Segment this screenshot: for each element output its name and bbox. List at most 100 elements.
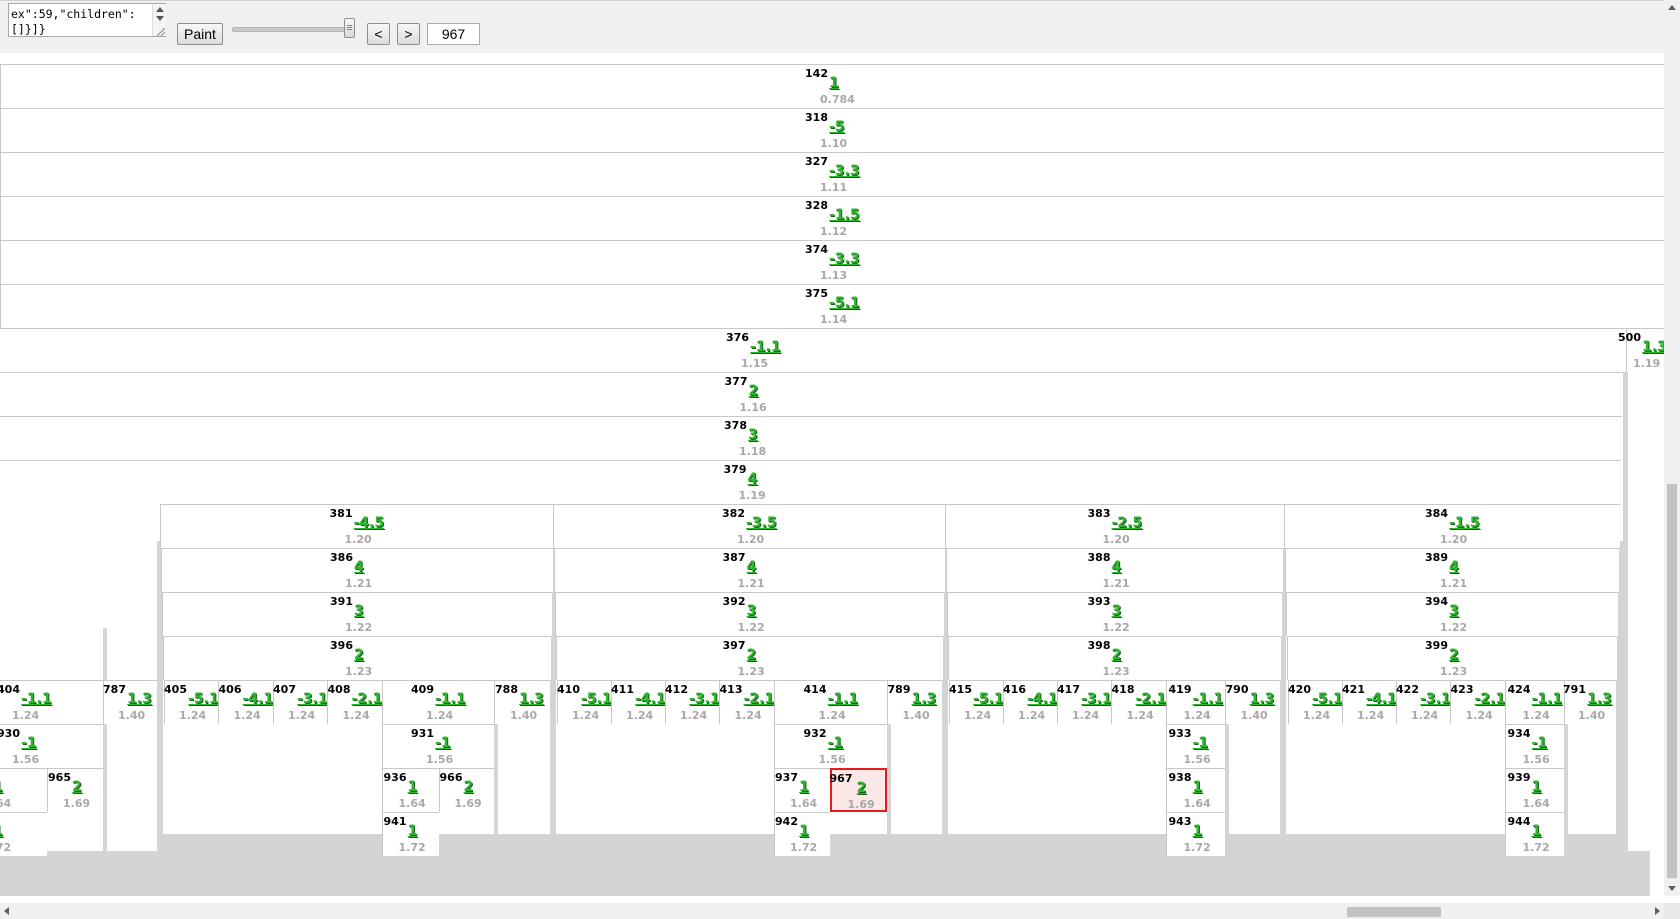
node-value-link[interactable]: 1	[799, 823, 809, 840]
node-value-link[interactable]: 4	[354, 559, 364, 576]
node-value-link[interactable]: -3.3	[829, 251, 860, 268]
node-value-link[interactable]: -1	[435, 735, 451, 752]
tree-node[interactable]: 939 1 1.64	[1505, 768, 1564, 812]
tree-node[interactable]: 406 -4.1 1.24	[218, 680, 273, 724]
tree-node[interactable]: 398 2 1.23	[948, 636, 1281, 680]
vertical-scrollbar[interactable]	[1664, 0, 1680, 896]
node-value-link[interactable]: 2	[72, 779, 82, 796]
resize-grip-icon[interactable]	[157, 28, 165, 36]
tree-node[interactable]: 379 4 1.19	[0, 460, 1621, 504]
node-value-link[interactable]: -1.5	[829, 207, 860, 224]
tree-node[interactable]: 416 -4.1 1.24	[1003, 680, 1058, 724]
tree-node[interactable]: 942 1 1.72	[774, 812, 830, 856]
tree-node[interactable]: 408 -2.1 1.24	[327, 680, 382, 724]
node-value-link[interactable]: -2.1	[744, 691, 775, 708]
node-value-link[interactable]: 1	[829, 75, 839, 92]
node-value-link[interactable]: 1	[408, 823, 418, 840]
json-input[interactable]: ex":59,"children": []}]}	[8, 3, 166, 37]
node-index-input[interactable]	[427, 23, 480, 45]
paint-button[interactable]: Paint	[177, 23, 223, 45]
tree-node[interactable]: 399 2 1.23	[1287, 636, 1617, 680]
tree-node[interactable]: 378 3 1.18	[0, 416, 1622, 460]
node-value-link[interactable]: 2	[747, 647, 757, 664]
node-value-link[interactable]: -3.1	[297, 691, 328, 708]
horizontal-scroll-thumb[interactable]	[1347, 907, 1441, 917]
tree-node[interactable]: 405 -5.1 1.24	[164, 680, 219, 724]
tree-node[interactable]: 394 3 1.22	[1286, 592, 1618, 636]
scroll-down-icon[interactable]	[156, 16, 164, 21]
tree-node[interactable]: 407 -3.1 1.24	[273, 680, 328, 724]
tree-node[interactable]: 415 -5.1 1.24	[949, 680, 1004, 724]
tree-node[interactable]: 386 4 1.21	[161, 548, 553, 592]
tree-node[interactable]: 374 -3.3 1.13	[0, 240, 1664, 284]
tree-node[interactable]: 318 -5 1.10	[0, 108, 1664, 152]
node-value-link[interactable]: -4.5	[354, 515, 385, 532]
node-value-link[interactable]: -5.1	[1312, 691, 1343, 708]
tree-node[interactable]: 417 -3.1 1.24	[1057, 680, 1112, 724]
tree-node[interactable]: 500 1.3 1.19	[1618, 328, 1664, 372]
node-value-link[interactable]: 1	[0, 779, 3, 796]
node-value-link[interactable]: 1.3	[1642, 339, 1664, 356]
node-value-link[interactable]: -1.5	[1449, 515, 1480, 532]
node-value-link[interactable]: -1	[828, 735, 844, 752]
node-value-link[interactable]: 1	[1193, 779, 1203, 796]
tree-node[interactable]: 391 3 1.22	[162, 592, 552, 636]
tree-node[interactable]: 387 4 1.21	[554, 548, 945, 592]
node-value-link[interactable]: 3	[747, 603, 757, 620]
tree-node[interactable]: 790 1.3 1.40	[1225, 680, 1280, 724]
node-value-link[interactable]: 1	[408, 779, 418, 796]
horizontal-scrollbar[interactable]	[0, 903, 1664, 919]
node-value-link[interactable]: -5.1	[829, 295, 860, 312]
tree-node[interactable]: 931 -1 1.56	[382, 724, 494, 768]
node-value-link[interactable]: 2	[1449, 647, 1459, 664]
node-value-link[interactable]: 4	[1449, 559, 1459, 576]
tree-node[interactable]: 933 -1 1.56	[1166, 724, 1225, 768]
tree-node[interactable]: 392 3 1.22	[555, 592, 944, 636]
tree-node[interactable]: 389 4 1.21	[1285, 548, 1619, 592]
tree-node[interactable]: 382 -3.5 1.20	[553, 504, 945, 548]
tree-node[interactable]: 381 -4.5 1.20	[160, 504, 553, 548]
node-value-link[interactable]: 1	[1532, 823, 1542, 840]
tree-node[interactable]: 393 3 1.22	[947, 592, 1282, 636]
node-value-link[interactable]: -4.1	[1366, 691, 1397, 708]
tree-node[interactable]: 396 2 1.23	[163, 636, 551, 680]
node-value-link[interactable]: 1.3	[1250, 691, 1275, 708]
tree-node[interactable]: 937 1 1.64	[774, 768, 830, 812]
tree-node[interactable]: 93511.64	[0, 768, 47, 812]
node-value-link[interactable]: -2.1	[352, 691, 383, 708]
scroll-left-icon[interactable]	[4, 907, 9, 915]
node-value-link[interactable]: 2	[464, 779, 474, 796]
tree-node[interactable]: 420 -5.1 1.24	[1288, 680, 1343, 724]
tree-node[interactable]: 419 -1.1 1.24	[1166, 680, 1225, 724]
node-value-link[interactable]: 4	[747, 559, 757, 576]
tree-node[interactable]: 142 1 0.784	[0, 64, 1664, 108]
node-value-link[interactable]: -1.1	[750, 339, 781, 356]
node-value-link[interactable]: -2.5	[1112, 515, 1143, 532]
node-value-link[interactable]: -4.1	[635, 691, 666, 708]
tree-node[interactable]: 938 1 1.64	[1166, 768, 1225, 812]
tree-node[interactable]: 788 1.3 1.40	[494, 680, 550, 724]
node-value-link[interactable]: -4.1	[243, 691, 274, 708]
scroll-down-icon[interactable]	[1668, 886, 1676, 891]
tree-node[interactable]: 384 -1.5 1.20	[1284, 504, 1620, 548]
tree-node[interactable]: 388 4 1.21	[946, 548, 1283, 592]
tree-node[interactable]: 424 -1.1 1.24	[1505, 680, 1564, 724]
node-value-link[interactable]: -3.1	[689, 691, 720, 708]
step-slider-thumb[interactable]	[344, 18, 355, 38]
node-value-link[interactable]: 1	[799, 779, 809, 796]
node-value-link[interactable]: 1.3	[127, 691, 152, 708]
tree-node[interactable]: 934 -1 1.56	[1505, 724, 1564, 768]
node-value-link[interactable]: -2.1	[1475, 691, 1506, 708]
tree-node[interactable]: 94011.72	[0, 812, 47, 856]
node-value-link[interactable]: 1	[0, 823, 3, 840]
tree-node[interactable]: 966 2 1.69	[439, 768, 494, 812]
node-value-link[interactable]: -5.1	[188, 691, 219, 708]
node-value-link[interactable]: -1	[21, 735, 37, 752]
scroll-up-icon[interactable]	[1668, 5, 1676, 10]
node-value-link[interactable]: 3	[354, 603, 364, 620]
node-value-link[interactable]: -1.1	[1193, 691, 1224, 708]
node-value-link[interactable]: -1.1	[21, 691, 52, 708]
tree-node[interactable]: 930 -1 1.56	[0, 724, 103, 768]
tree-node[interactable]: 376 -1.1 1.15	[0, 328, 1626, 372]
node-value-link[interactable]: 1	[1193, 823, 1203, 840]
